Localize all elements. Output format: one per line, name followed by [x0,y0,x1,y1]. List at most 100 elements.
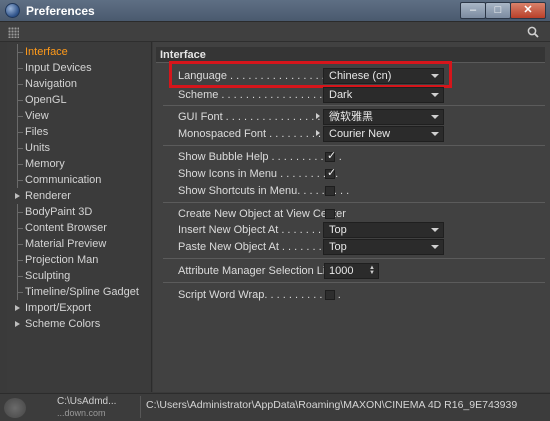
sidebar-item-material-preview[interactable]: Material Preview [7,236,152,252]
tree-branch [17,212,23,213]
icons-in-menu-checkbox[interactable]: ✓ [325,167,337,179]
expand-arrow-icon[interactable] [316,113,320,119]
sidebar-item-navigation[interactable]: Navigation [7,76,152,92]
gui-font-value: 微软雅黑 [329,111,373,123]
sidebar-item-content-browser[interactable]: Content Browser [7,220,152,236]
gui-font-dropdown[interactable]: 微软雅黑 [323,109,444,125]
attr-limit-stepper[interactable]: 1000 ▲ ▼ [324,263,379,279]
tree-branch [17,52,23,53]
tree-branch [17,84,23,85]
insert-new-at-label: Insert New Object At . . . . . . . . . . [178,224,340,236]
sidebar-item-label: Content Browser [25,222,107,234]
scheme-label: Scheme . . . . . . . . . . . . . . . . .… [178,89,341,101]
icons-in-menu-label: Show Icons in Menu . . . . . . . . . . [178,168,339,180]
sidebar-item-opengl[interactable]: OpenGL [7,92,152,108]
sidebar-item-sculpting[interactable]: Sculpting [7,268,152,284]
script-wrap-label: Script Word Wrap. . . . . . . . . . . . … [178,289,341,301]
scheme-value: Dark [329,89,353,101]
tree-branch [17,68,23,69]
expand-arrow-icon[interactable] [15,305,20,311]
scheme-dropdown[interactable]: Dark [323,87,444,103]
gui-font-label: GUI Font . . . . . . . . . . . . . . . . [178,111,321,123]
grip-icon[interactable] [8,27,19,38]
toolbar [0,22,550,42]
sidebar-item-label: Memory [25,158,65,170]
sidebar: Interface Input Devices Navigation OpenG… [7,42,152,392]
sidebar-item-label: Interface [25,46,68,58]
sidebar-item-label: Scheme Colors [25,318,101,330]
mono-font-value: Courier New [329,128,391,140]
script-wrap-checkbox[interactable] [325,290,335,300]
sidebar-item-projection-man[interactable]: Projection Man [7,252,152,268]
expand-arrow-icon[interactable] [15,321,20,327]
paste-new-at-dropdown[interactable]: Top [323,239,444,255]
chevron-down-icon [431,228,439,232]
check-icon: ✓ [327,150,337,162]
sidebar-item-bodypaint-3d[interactable]: BodyPaint 3D [7,204,152,220]
tree-branch [17,164,23,165]
bubble-help-checkbox[interactable]: ✓ [325,150,337,162]
mono-font-dropdown[interactable]: Courier New [323,126,444,142]
tree-branch [17,260,23,261]
title-bar: Preferences – □ ✕ [0,0,550,22]
tree-branch [17,132,23,133]
create-at-center-checkbox[interactable] [325,209,335,219]
paste-new-at-value: Top [329,241,347,253]
create-at-center-label: Create New Object at View Center [178,208,346,220]
tree-branch [17,180,23,181]
sidebar-item-view[interactable]: View [7,108,152,124]
status-left-text: C:\UsAdmd... [57,396,117,407]
sidebar-item-label: Files [25,126,49,138]
watermark-logo-icon [4,398,26,418]
insert-new-at-dropdown[interactable]: Top [323,222,444,238]
mono-font-label: Monospaced Font . . . . . . . . . . . [178,128,334,140]
shortcuts-in-menu-label: Show Shortcuts in Menu. . . . . . . . . [178,185,350,197]
sidebar-item-label: Import/Export [25,302,92,314]
shortcuts-in-menu-checkbox[interactable] [325,186,335,196]
sidebar-item-files[interactable]: Files [7,124,152,140]
cinema4d-logo-icon [5,3,20,18]
status-path: C:\Users\Administrator\AppData\Roaming\M… [146,399,518,411]
sidebar-item-import-export[interactable]: Import/Export [7,300,152,316]
divider [163,282,545,283]
expand-arrow-icon[interactable] [15,193,20,199]
sidebar-item-memory[interactable]: Memory [7,156,152,172]
chevron-down-icon [431,245,439,249]
sidebar-item-label: View [25,110,49,122]
maximize-button[interactable]: □ [485,2,511,19]
tree-branch [17,100,23,101]
window-title: Preferences [26,4,95,18]
highlight-annotation [169,61,452,88]
paste-new-at-label: Paste New Object At . . . . . . . . . . [178,241,341,253]
close-button[interactable]: ✕ [510,2,546,19]
tree-branch [17,116,23,117]
sidebar-item-renderer[interactable]: Renderer [7,188,152,204]
stepper-arrows-icon[interactable]: ▲ ▼ [369,265,375,276]
tree-branch [17,228,23,229]
chevron-down-icon [431,115,439,119]
sidebar-item-label: Input Devices [25,62,92,74]
search-icon[interactable] [526,25,540,39]
sidebar-item-interface[interactable]: Interface [7,44,152,60]
sidebar-item-label: Projection Man [25,254,99,266]
check-icon: ✓ [327,167,337,179]
expand-arrow-icon[interactable] [316,130,320,136]
sidebar-item-communication[interactable]: Communication [7,172,152,188]
tree-branch [17,276,23,277]
insert-new-at-value: Top [329,224,347,236]
status-divider [140,396,141,418]
sidebar-item-timeline-spline-gadget[interactable]: Timeline/Spline Gadget [7,284,152,300]
divider [163,145,545,146]
bubble-help-label: Show Bubble Help . . . . . . . . . . . . [178,151,342,163]
sidebar-item-scheme-colors[interactable]: Scheme Colors [7,316,152,332]
minimize-button[interactable]: – [460,2,486,19]
sidebar-item-units[interactable]: Units [7,140,152,156]
attr-limit-label: Attribute Manager Selection Limit [178,265,341,277]
sidebar-item-label: Units [25,142,51,154]
sidebar-item-label: Material Preview [25,238,107,250]
sidebar-item-input-devices[interactable]: Input Devices [7,60,152,76]
sidebar-item-label: OpenGL [25,94,67,106]
sidebar-item-label: Timeline/Spline Gadget [25,286,139,298]
tree-branch [17,244,23,245]
sidebar-item-label: Navigation [25,78,77,90]
